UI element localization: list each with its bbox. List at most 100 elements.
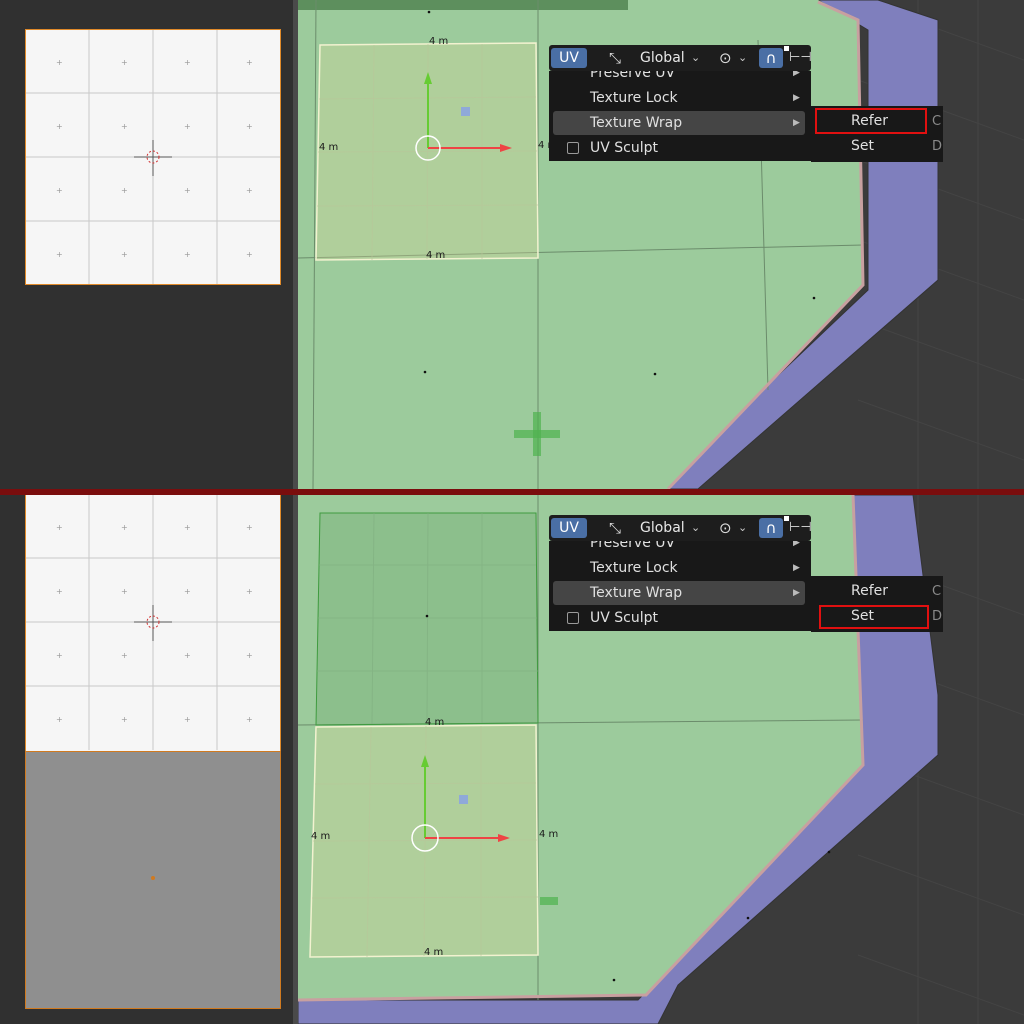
menu-item-uv-sculpt[interactable]: UV Sculpt	[549, 136, 811, 160]
svg-text:+: +	[184, 122, 191, 131]
svg-text:+: +	[56, 651, 63, 660]
svg-text:+: +	[246, 651, 253, 660]
svg-text:+: +	[246, 250, 253, 259]
uv-editor-panel: + + + + + + + + + + + + + + + +	[0, 495, 293, 1024]
svg-text:+: +	[121, 523, 128, 532]
svg-text:+: +	[184, 250, 191, 259]
checkbox-icon[interactable]	[567, 612, 579, 624]
screenshot-root: + + + + + + + + + + + + + + + + 4 m 4 m …	[0, 0, 1024, 1024]
dimension-label-top: 4 m	[429, 36, 449, 47]
submenu-arrow-icon: ▶	[793, 563, 800, 573]
pivot-icon[interactable]: ⊙	[719, 48, 732, 68]
svg-text:+: +	[246, 58, 253, 67]
uv-mode-tag[interactable]: UV	[551, 518, 587, 538]
submenu-arrow-icon: ▶	[793, 93, 800, 103]
submenu-item-refer[interactable]: Refer C	[811, 579, 943, 604]
orientation-dropdown[interactable]: Global	[640, 48, 685, 68]
submenu-arrow-icon: ▶	[793, 71, 800, 78]
uv-mode-tag[interactable]: UV	[551, 48, 587, 68]
orientation-icon[interactable]: ⤡	[609, 518, 629, 538]
uv-grid: + + + + + + + + + + + + + + + +	[26, 30, 280, 284]
3d-viewport[interactable]: 4 m 4 m 4 m 4 m UV ⤡ Global ⌄ ⊙ ⌄ ∩ ⊢⊣ P…	[298, 495, 1024, 1024]
gizmo-plane-handle[interactable]	[459, 795, 468, 804]
svg-text:+: +	[121, 250, 128, 259]
orientation-dropdown[interactable]: Global	[640, 518, 685, 538]
uv-grid: + + + + + + + + + + + + + + + +	[26, 495, 280, 750]
svg-text:+: +	[56, 122, 63, 131]
menu-item-preserve-uv[interactable]: Preserve UV ▶	[549, 71, 811, 85]
svg-text:+: +	[56, 587, 63, 596]
chevron-down-icon[interactable]: ⌄	[738, 48, 747, 68]
options-menu: Preserve UV ▶ Texture Lock ▶ Texture Wra…	[549, 71, 811, 161]
menu-item-texture-wrap[interactable]: Texture Wrap ▶	[553, 111, 805, 135]
dimension-label-left: 4 m	[311, 831, 331, 842]
submenu-item-set[interactable]: Set D	[811, 134, 943, 159]
menu-item-uv-sculpt[interactable]: UV Sculpt	[549, 606, 811, 630]
gizmo-plane-handle[interactable]	[461, 107, 470, 116]
highlight-box-set	[819, 605, 929, 629]
dimension-label-top: 4 m	[425, 717, 445, 728]
svg-text:+: +	[121, 651, 128, 660]
svg-text:+: +	[121, 186, 128, 195]
orientation-icon[interactable]: ⤡	[609, 48, 629, 68]
chevron-down-icon[interactable]: ⌄	[738, 518, 747, 538]
svg-text:+: +	[246, 715, 253, 724]
dimension-label-right: 4 m	[539, 829, 559, 840]
viewport-header: UV ⤡ Global ⌄ ⊙ ⌄ ∩ ⊢⊣	[549, 45, 812, 71]
uv-empty-square	[25, 751, 281, 1009]
svg-text:+: +	[246, 122, 253, 131]
svg-text:+: +	[121, 122, 128, 131]
menu-item-texture-lock[interactable]: Texture Lock ▶	[549, 86, 811, 110]
dimension-label-bottom: 4 m	[424, 947, 444, 958]
viewport-header: UV ⤡ Global ⌄ ⊙ ⌄ ∩ ⊢⊣	[549, 515, 812, 541]
uv-texture-square: + + + + + + + + + + + + + + + +	[25, 495, 281, 752]
svg-text:+: +	[184, 587, 191, 596]
svg-text:+: +	[246, 186, 253, 195]
bottom-panel: + + + + + + + + + + + + + + + + 4 m 4 m …	[0, 495, 1024, 1024]
svg-text:+: +	[184, 186, 191, 195]
dimension-label-bottom: 4 m	[426, 250, 446, 261]
texture-wrap-submenu: Refer C Set D	[811, 576, 943, 632]
svg-text:+: +	[56, 715, 63, 724]
submenu-arrow-icon: ▶	[793, 541, 800, 548]
pivot-icon[interactable]: ⊙	[719, 518, 732, 538]
uv-editor-panel: + + + + + + + + + + + + + + + +	[0, 0, 293, 489]
snap-magnet-icon[interactable]: ∩	[759, 518, 783, 538]
menu-item-texture-wrap[interactable]: Texture Wrap ▶	[553, 581, 805, 605]
shortcut-key: D	[932, 609, 943, 624]
svg-text:+: +	[56, 523, 63, 532]
chevron-down-icon[interactable]: ⌄	[691, 518, 700, 538]
svg-text:+: +	[184, 651, 191, 660]
uv-origin-dot	[151, 876, 155, 880]
svg-text:+: +	[121, 58, 128, 67]
svg-text:+: +	[246, 523, 253, 532]
svg-text:+: +	[246, 587, 253, 596]
svg-text:+: +	[56, 250, 63, 259]
options-menu: Preserve UV ▶ Texture Lock ▶ Texture Wra…	[549, 541, 811, 631]
checkbox-icon[interactable]	[567, 142, 579, 154]
svg-text:+: +	[121, 715, 128, 724]
submenu-arrow-icon: ▶	[793, 118, 800, 128]
svg-text:+: +	[184, 715, 191, 724]
svg-text:+: +	[184, 523, 191, 532]
dimension-label-left: 4 m	[319, 142, 339, 153]
menu-item-preserve-uv[interactable]: Preserve UV ▶	[549, 541, 811, 555]
ruler-icon[interactable]: ⊢⊣	[789, 518, 812, 538]
texture-wrap-submenu: Refer C Set D	[811, 106, 943, 162]
3d-viewport[interactable]: 4 m 4 m 4 m 4 m UV ⤡ Global ⌄ ⊙ ⌄ ∩ ⊢⊣ P…	[298, 0, 1024, 489]
shortcut-key: C	[932, 114, 942, 129]
svg-text:+: +	[184, 58, 191, 67]
ruler-icon[interactable]: ⊢⊣	[789, 48, 812, 68]
shortcut-key: D	[932, 139, 943, 154]
highlight-box-refer	[815, 108, 927, 134]
shortcut-key: C	[932, 584, 942, 599]
submenu-arrow-icon: ▶	[793, 588, 800, 598]
chevron-down-icon[interactable]: ⌄	[691, 48, 700, 68]
snap-magnet-icon[interactable]: ∩	[759, 48, 783, 68]
svg-text:+: +	[121, 587, 128, 596]
menu-item-texture-lock[interactable]: Texture Lock ▶	[549, 556, 811, 580]
svg-text:+: +	[56, 58, 63, 67]
top-panel: + + + + + + + + + + + + + + + + 4 m 4 m …	[0, 0, 1024, 489]
svg-text:+: +	[56, 186, 63, 195]
uv-texture-square: + + + + + + + + + + + + + + + +	[25, 29, 281, 285]
